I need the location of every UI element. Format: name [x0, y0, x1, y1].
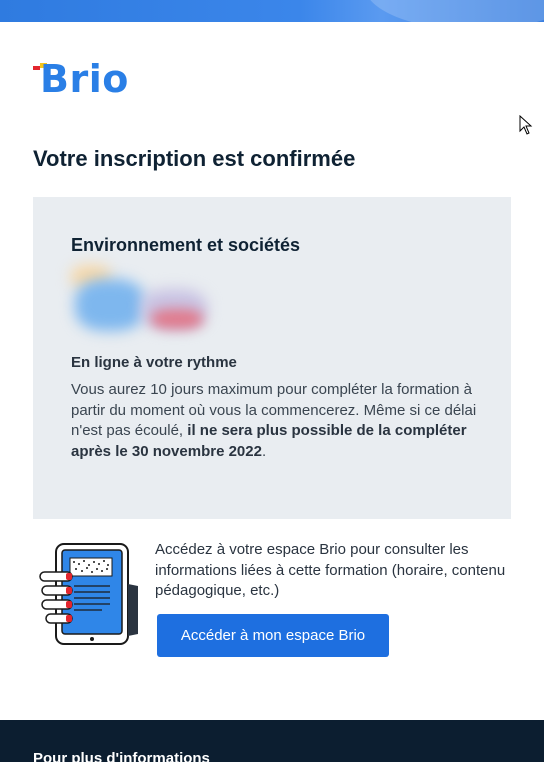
logo-text: Brio [40, 57, 129, 101]
course-title: Environnement et sociétés [71, 235, 301, 255]
footer: Pour plus d'informations [0, 720, 544, 767]
banner-wave-decoration [364, 0, 544, 22]
format-title: En ligne à votre rythme [71, 354, 237, 371]
course-card: Environnement et sociétés En ligne à vot… [33, 197, 511, 519]
tablet-hand-illustration [38, 542, 142, 648]
footer-heading: Pour plus d'informations [33, 750, 210, 767]
mouse-cursor-icon [519, 114, 533, 140]
page-title: Votre inscription est confirmée [33, 146, 356, 171]
access-description: Accédez à votre espace Brio pour consult… [155, 541, 506, 599]
top-banner [0, 0, 544, 22]
access-brio-space-button[interactable]: Accéder à mon espace Brio [157, 614, 389, 657]
course-description: Vous aurez 10 jours maximum pour complét… [71, 381, 477, 460]
brio-logo: Brio [33, 57, 143, 103]
course-image [71, 265, 211, 337]
